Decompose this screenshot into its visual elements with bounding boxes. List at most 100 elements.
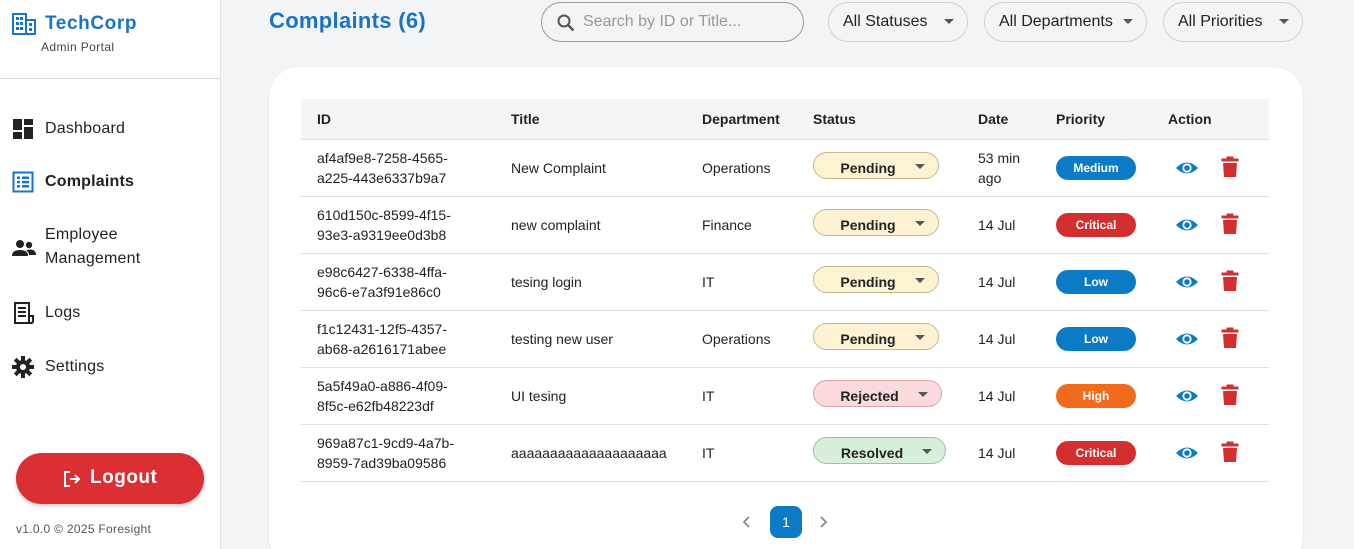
eye-icon[interactable] xyxy=(1175,157,1199,179)
priority-badge: Low xyxy=(1056,269,1136,294)
sidebar-item-dashboard[interactable]: Dashboard xyxy=(0,116,220,142)
cell-action xyxy=(1152,139,1269,197)
chevron-down-icon xyxy=(915,277,925,283)
cell-title: aaaaaaaaaaaaaaaaaaaa xyxy=(495,424,686,482)
table-row: 610d150c-8599-4f15- 93e3-a9319ee0d3b8 new … xyxy=(301,196,1269,254)
date-line: 14 Jul xyxy=(978,444,1016,461)
cell-title: testing new user xyxy=(495,310,686,368)
cell-department: Operations xyxy=(686,139,797,197)
row-actions xyxy=(1168,441,1258,465)
department-filter[interactable]: All Departments xyxy=(984,2,1147,42)
table-row: af4af9e8-7258-4565- a225-443e6337b9a7 New … xyxy=(301,139,1269,197)
people-icon xyxy=(12,240,36,256)
eye-icon[interactable] xyxy=(1175,385,1199,407)
date-line: 14 Jul xyxy=(978,216,1016,233)
row-actions xyxy=(1168,384,1258,408)
priority-badge: Critical xyxy=(1056,212,1136,237)
cell-date: 14 Jul xyxy=(962,253,1040,311)
sidebar-item-settings[interactable]: Settings xyxy=(0,354,220,380)
cell-title: tesing login xyxy=(495,253,686,311)
column-header-id: ID xyxy=(301,99,495,140)
date-line: ago xyxy=(978,169,1002,186)
sidebar-item-logs[interactable]: Logs xyxy=(0,300,220,326)
sidebar-item-label: Logs xyxy=(45,304,81,321)
chevron-right-icon[interactable] xyxy=(815,514,831,530)
id-line: 8f5c-e62fb48223df xyxy=(317,397,434,414)
logout-button[interactable]: Logout xyxy=(16,453,204,504)
nav-label-line2: Management xyxy=(45,250,141,267)
cell-status: Rejected xyxy=(797,367,962,425)
date-line: 53 min xyxy=(978,149,1021,166)
trash-icon[interactable] xyxy=(1221,327,1239,349)
status-select[interactable]: Pending xyxy=(813,151,939,179)
cell-id: af4af9e8-7258-4565- a225-443e6337b9a7 xyxy=(301,139,495,197)
trash-icon[interactable] xyxy=(1221,384,1239,406)
cell-status: Pending xyxy=(797,310,962,368)
cell-date: 14 Jul xyxy=(962,424,1040,482)
logout-label: Logout xyxy=(90,467,158,488)
eye-icon[interactable] xyxy=(1175,442,1199,464)
cell-action xyxy=(1152,310,1269,368)
status-value: Pending xyxy=(840,330,896,347)
chevron-left-icon[interactable] xyxy=(739,514,755,530)
status-select[interactable]: Pending xyxy=(813,322,939,350)
cell-department: Finance xyxy=(686,196,797,254)
eye-icon[interactable] xyxy=(1175,328,1199,350)
cell-priority: High xyxy=(1040,367,1152,425)
id-line: 96c6-e7a3f91e86c0 xyxy=(317,283,441,300)
brand-subtitle: Admin Portal xyxy=(41,40,115,54)
table-row: f1c12431-12f5-4357- ab68-a2616171abee test… xyxy=(301,310,1269,368)
eye-icon[interactable] xyxy=(1175,271,1199,293)
cell-date: 14 Jul xyxy=(962,367,1040,425)
sidebar-item-complaints[interactable]: Complaints xyxy=(0,169,220,195)
id-line: f1c12431-12f5-4357- xyxy=(317,320,447,337)
cell-title: UI tesing xyxy=(495,367,686,425)
cell-id: 5a5f49a0-a886-4f09- 8f5c-e62fb48223df xyxy=(301,367,495,425)
trash-icon[interactable] xyxy=(1221,441,1239,463)
status-filter[interactable]: All Statuses xyxy=(828,2,968,42)
priority-badge: High xyxy=(1056,383,1136,408)
search-input[interactable] xyxy=(583,11,793,33)
cell-action xyxy=(1152,253,1269,311)
chevron-down-icon xyxy=(918,391,928,397)
status-select[interactable]: Rejected xyxy=(813,379,942,407)
cell-title: New Complaint xyxy=(495,139,686,197)
chevron-down-icon xyxy=(915,334,925,340)
column-header-priority: Priority xyxy=(1040,99,1152,140)
id-line: a225-443e6337b9a7 xyxy=(317,169,447,186)
sidebar-item-employee-management[interactable]: Employee Management xyxy=(0,223,220,273)
status-select[interactable]: Pending xyxy=(813,265,939,293)
row-actions xyxy=(1168,156,1258,180)
column-header-title: Title xyxy=(495,99,686,140)
sidebar-item-label: Settings xyxy=(45,358,105,375)
cell-department: IT xyxy=(686,424,797,482)
id-line: e98c6427-6338-4ffa- xyxy=(317,263,447,280)
cell-priority: Low xyxy=(1040,253,1152,311)
status-select[interactable]: Resolved xyxy=(813,436,946,464)
trash-icon[interactable] xyxy=(1221,156,1239,178)
brand-name: TechCorp xyxy=(45,13,138,34)
priority-filter[interactable]: All Priorities xyxy=(1163,2,1303,42)
sidebar-item-label: Employee Management xyxy=(45,223,140,271)
cell-status: Pending xyxy=(797,253,962,311)
priority-badge: Critical xyxy=(1056,440,1136,465)
receipt-icon xyxy=(14,302,34,324)
id-line: 5a5f49a0-a886-4f09- xyxy=(317,377,448,394)
cell-priority: Low xyxy=(1040,310,1152,368)
page-title: Complaints (6) xyxy=(269,8,426,33)
page-button-current[interactable]: 1 xyxy=(770,506,802,538)
cell-date: 14 Jul xyxy=(962,196,1040,254)
brand: TechCorp Admin Portal xyxy=(12,11,212,55)
table-row: e98c6427-6338-4ffa- 96c6-e7a3f91e86c0 tesi… xyxy=(301,253,1269,311)
search-box[interactable] xyxy=(541,2,804,42)
pagination: 1 xyxy=(739,506,839,538)
chevron-down-icon xyxy=(944,19,954,24)
status-value: Pending xyxy=(840,159,896,176)
date-line: 14 Jul xyxy=(978,273,1016,290)
status-select[interactable]: Pending xyxy=(813,208,939,236)
trash-icon[interactable] xyxy=(1221,270,1239,292)
chevron-down-icon xyxy=(915,163,925,169)
eye-icon[interactable] xyxy=(1175,214,1199,236)
trash-icon[interactable] xyxy=(1221,213,1239,235)
chevron-down-icon xyxy=(1123,19,1133,24)
